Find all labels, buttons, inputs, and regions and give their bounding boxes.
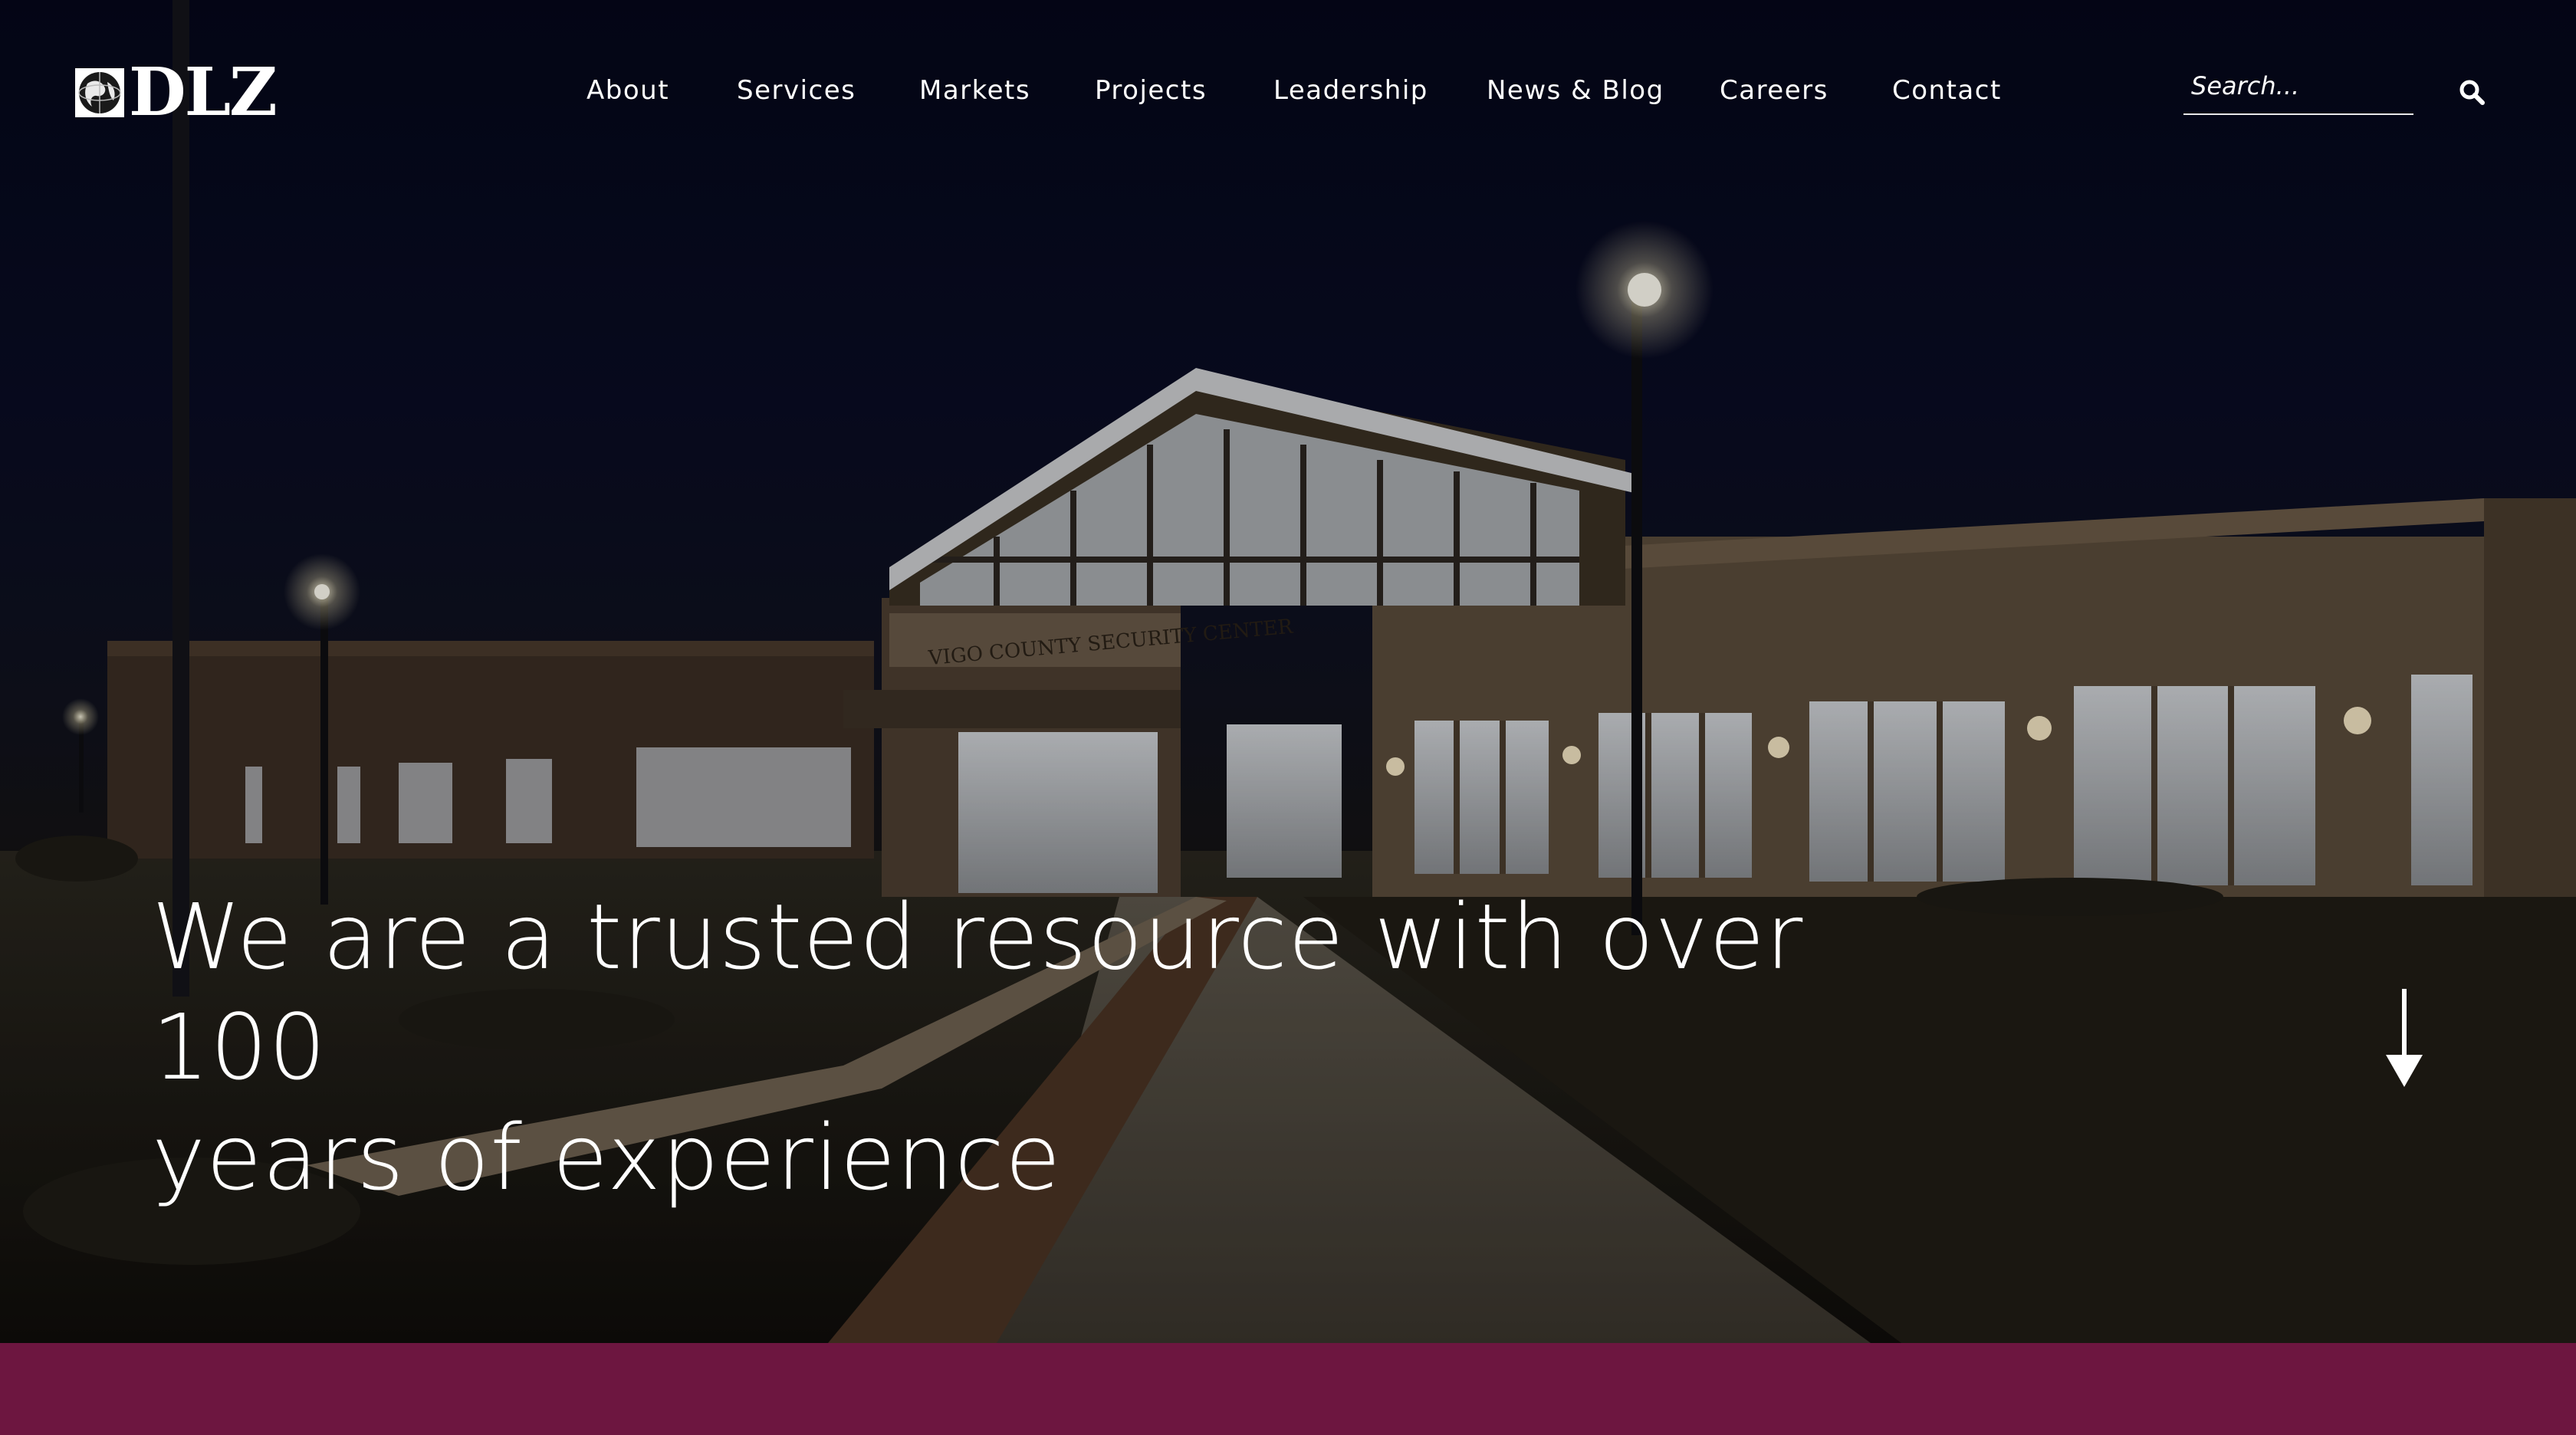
nav-item-about[interactable]: About <box>586 72 669 109</box>
nav-item-careers[interactable]: Careers <box>1720 72 1829 109</box>
hero-headline-line-2: years of experience <box>152 1105 1062 1210</box>
nav-item-markets[interactable]: Markets <box>919 72 1030 109</box>
hero-headline: We are a trusted resource with over 100 … <box>152 882 1992 1213</box>
search-button[interactable] <box>2453 74 2490 110</box>
search-icon <box>2459 80 2485 105</box>
hero-headline-line-1: We are a trusted resource with over 100 <box>152 884 1804 1100</box>
search-input[interactable] <box>2183 64 2413 107</box>
search-box <box>2183 64 2413 115</box>
accent-band <box>0 1343 2576 1435</box>
nav-item-news-blog[interactable]: News & Blog <box>1487 72 1664 109</box>
nav-item-contact[interactable]: Contact <box>1892 72 2002 109</box>
arrow-down-icon[interactable] <box>2380 987 2429 1089</box>
nav-item-projects[interactable]: Projects <box>1095 72 1207 109</box>
nav-item-services[interactable]: Services <box>737 72 856 109</box>
nav-item-leadership[interactable]: Leadership <box>1273 72 1428 109</box>
